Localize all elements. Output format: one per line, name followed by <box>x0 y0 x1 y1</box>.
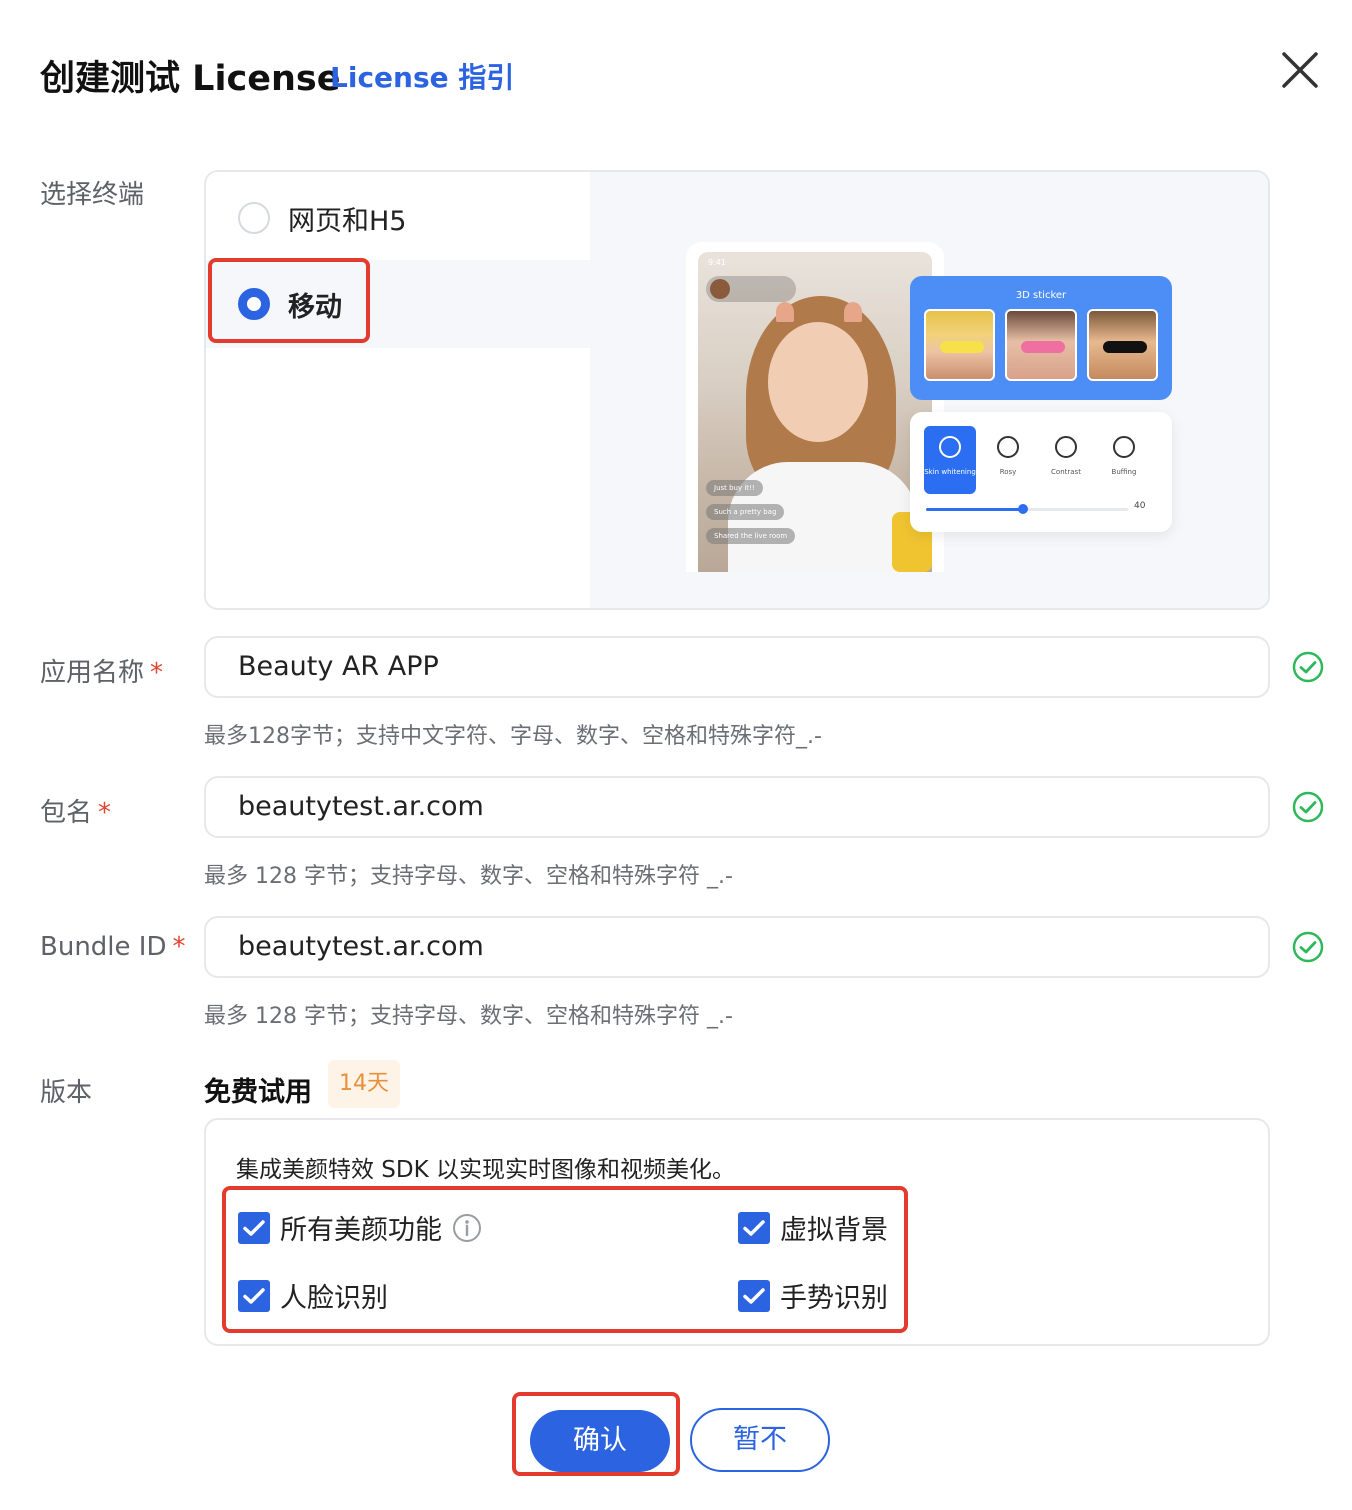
feature-label: 所有美颜功能 <box>280 1215 442 1246</box>
glasses-icon <box>940 341 984 353</box>
glasses-icon <box>1102 341 1147 353</box>
checkbox-checked-icon[interactable] <box>238 1279 270 1312</box>
checkbox-checked-icon[interactable] <box>238 1211 270 1244</box>
face-icon <box>939 436 961 458</box>
terminal-option-label: 网页和H5 <box>288 205 407 237</box>
terminal-option-web[interactable]: 网页和H5 <box>206 174 590 262</box>
bundle-id-label: Bundle ID * <box>40 932 186 962</box>
live-host-badge <box>706 276 796 302</box>
cat-ear-icon <box>776 302 794 322</box>
phone-screen: 9:41 Just buy it!! Such a pretty bag Sha… <box>698 252 932 572</box>
check-circle-icon <box>1292 791 1324 823</box>
live-comment: Just buy it!! <box>706 480 763 496</box>
adjust-value: 40 <box>1134 501 1146 511</box>
sticker-thumb <box>924 309 996 381</box>
mobile-preview-image: 9:41 Just buy it!! Such a pretty bag Sha… <box>590 172 1268 608</box>
feature-label: 手势识别 <box>780 1283 888 1314</box>
package-name-label: 包名 * <box>40 798 112 828</box>
adjust-item-label: Contrast <box>1051 468 1081 476</box>
app-name-hint: 最多128字节；支持中文字符、字母、数字、空格和特殊字符_.- <box>204 724 822 749</box>
check-circle-icon <box>1292 651 1324 683</box>
app-name-label: 应用名称 * <box>40 658 164 688</box>
version-label: 版本 <box>40 1078 93 1108</box>
checkbox-checked-icon[interactable] <box>738 1279 770 1312</box>
bundle-id-hint: 最多 128 字节；支持字母、数字、空格和特殊字符 _.- <box>204 1004 733 1029</box>
phone-mockup: 9:41 Just buy it!! Such a pretty bag Sha… <box>686 242 944 572</box>
feature-all-beauty[interactable]: 所有美颜功能 <box>238 1208 482 1247</box>
live-comment: Shared the live room <box>706 528 796 544</box>
adjust-item-label: Buffing <box>1111 468 1137 476</box>
info-icon[interactable] <box>452 1213 482 1243</box>
check-circle-icon <box>1292 931 1324 963</box>
required-mark: * <box>172 932 186 962</box>
adjust-item-label: Rosy <box>999 468 1017 476</box>
required-mark: * <box>150 658 164 688</box>
adjust-slider-fill <box>926 508 1023 511</box>
feature-label: 人脸识别 <box>280 1283 388 1314</box>
radio-unchecked-icon[interactable] <box>238 202 270 234</box>
sticker-thumb <box>1005 309 1077 381</box>
contrast-icon <box>1055 436 1077 458</box>
glasses-icon <box>1021 341 1066 353</box>
checkbox-checked-icon[interactable] <box>738 1211 770 1244</box>
license-guide-link[interactable]: License 指引 <box>330 56 514 96</box>
drop-icon <box>1113 436 1135 458</box>
radio-checked-icon[interactable] <box>238 288 270 320</box>
cat-ear-icon <box>844 302 862 322</box>
package-name-hint: 最多 128 字节；支持字母、数字、空格和特殊字符 _.- <box>204 864 733 889</box>
phone-status-time: 9:41 <box>708 258 726 267</box>
feature-virtual-background[interactable]: 虚拟背景 <box>738 1208 888 1247</box>
terminal-label: 选择终端 <box>40 180 145 210</box>
version-description: 集成美颜特效 SDK 以实现实时图像和视频美化。 <box>236 1157 736 1183</box>
adjust-slider-knob <box>1018 504 1028 514</box>
terminal-option-label: 移动 <box>288 291 342 323</box>
required-mark: * <box>98 798 112 828</box>
sticker-panel: 3D sticker <box>910 276 1172 400</box>
terminal-selector: 网页和H5 移动 9:41 Just buy it!! Such a prett… <box>204 170 1270 610</box>
terminal-options: 网页和H5 移动 <box>206 172 590 608</box>
sticker-title: 3D sticker <box>1015 290 1067 301</box>
bundle-id-input[interactable]: beautytest.ar.com <box>204 916 1270 978</box>
adjust-item-label: Skin whitening <box>924 468 976 476</box>
sticker-thumb <box>1086 309 1158 381</box>
adjust-slider <box>926 504 1128 514</box>
app-name-input[interactable]: Beauty AR APP <box>204 636 1270 698</box>
beauty-adjust-panel: Skin whitening Rosy Contrast Buffing 40 <box>910 412 1172 532</box>
cancel-button[interactable]: 暂不 <box>690 1408 830 1472</box>
person-face <box>768 322 868 442</box>
version-name: 免费试用 <box>204 1077 312 1108</box>
confirm-button[interactable]: 确认 <box>530 1410 670 1472</box>
dialog-title: 创建测试 License <box>40 59 341 99</box>
package-name-input[interactable]: beautytest.ar.com <box>204 776 1270 838</box>
adjust-item-rosy: Rosy <box>982 426 1034 494</box>
terminal-option-mobile[interactable]: 移动 <box>206 260 590 348</box>
trial-days-badge: 14天 <box>328 1060 400 1108</box>
live-comment: Such a pretty bag <box>706 504 785 520</box>
adjust-item-contrast: Contrast <box>1040 426 1092 494</box>
adjust-item-buffing: Buffing <box>1098 426 1150 494</box>
avatar <box>710 279 730 299</box>
feature-label: 虚拟背景 <box>780 1215 888 1246</box>
feature-face-recognition[interactable]: 人脸识别 <box>238 1276 388 1315</box>
close-icon[interactable] <box>1276 46 1324 94</box>
rosy-icon <box>997 436 1019 458</box>
adjust-item-skin-whitening: Skin whitening <box>924 426 976 494</box>
feature-gesture-recognition[interactable]: 手势识别 <box>738 1276 888 1315</box>
